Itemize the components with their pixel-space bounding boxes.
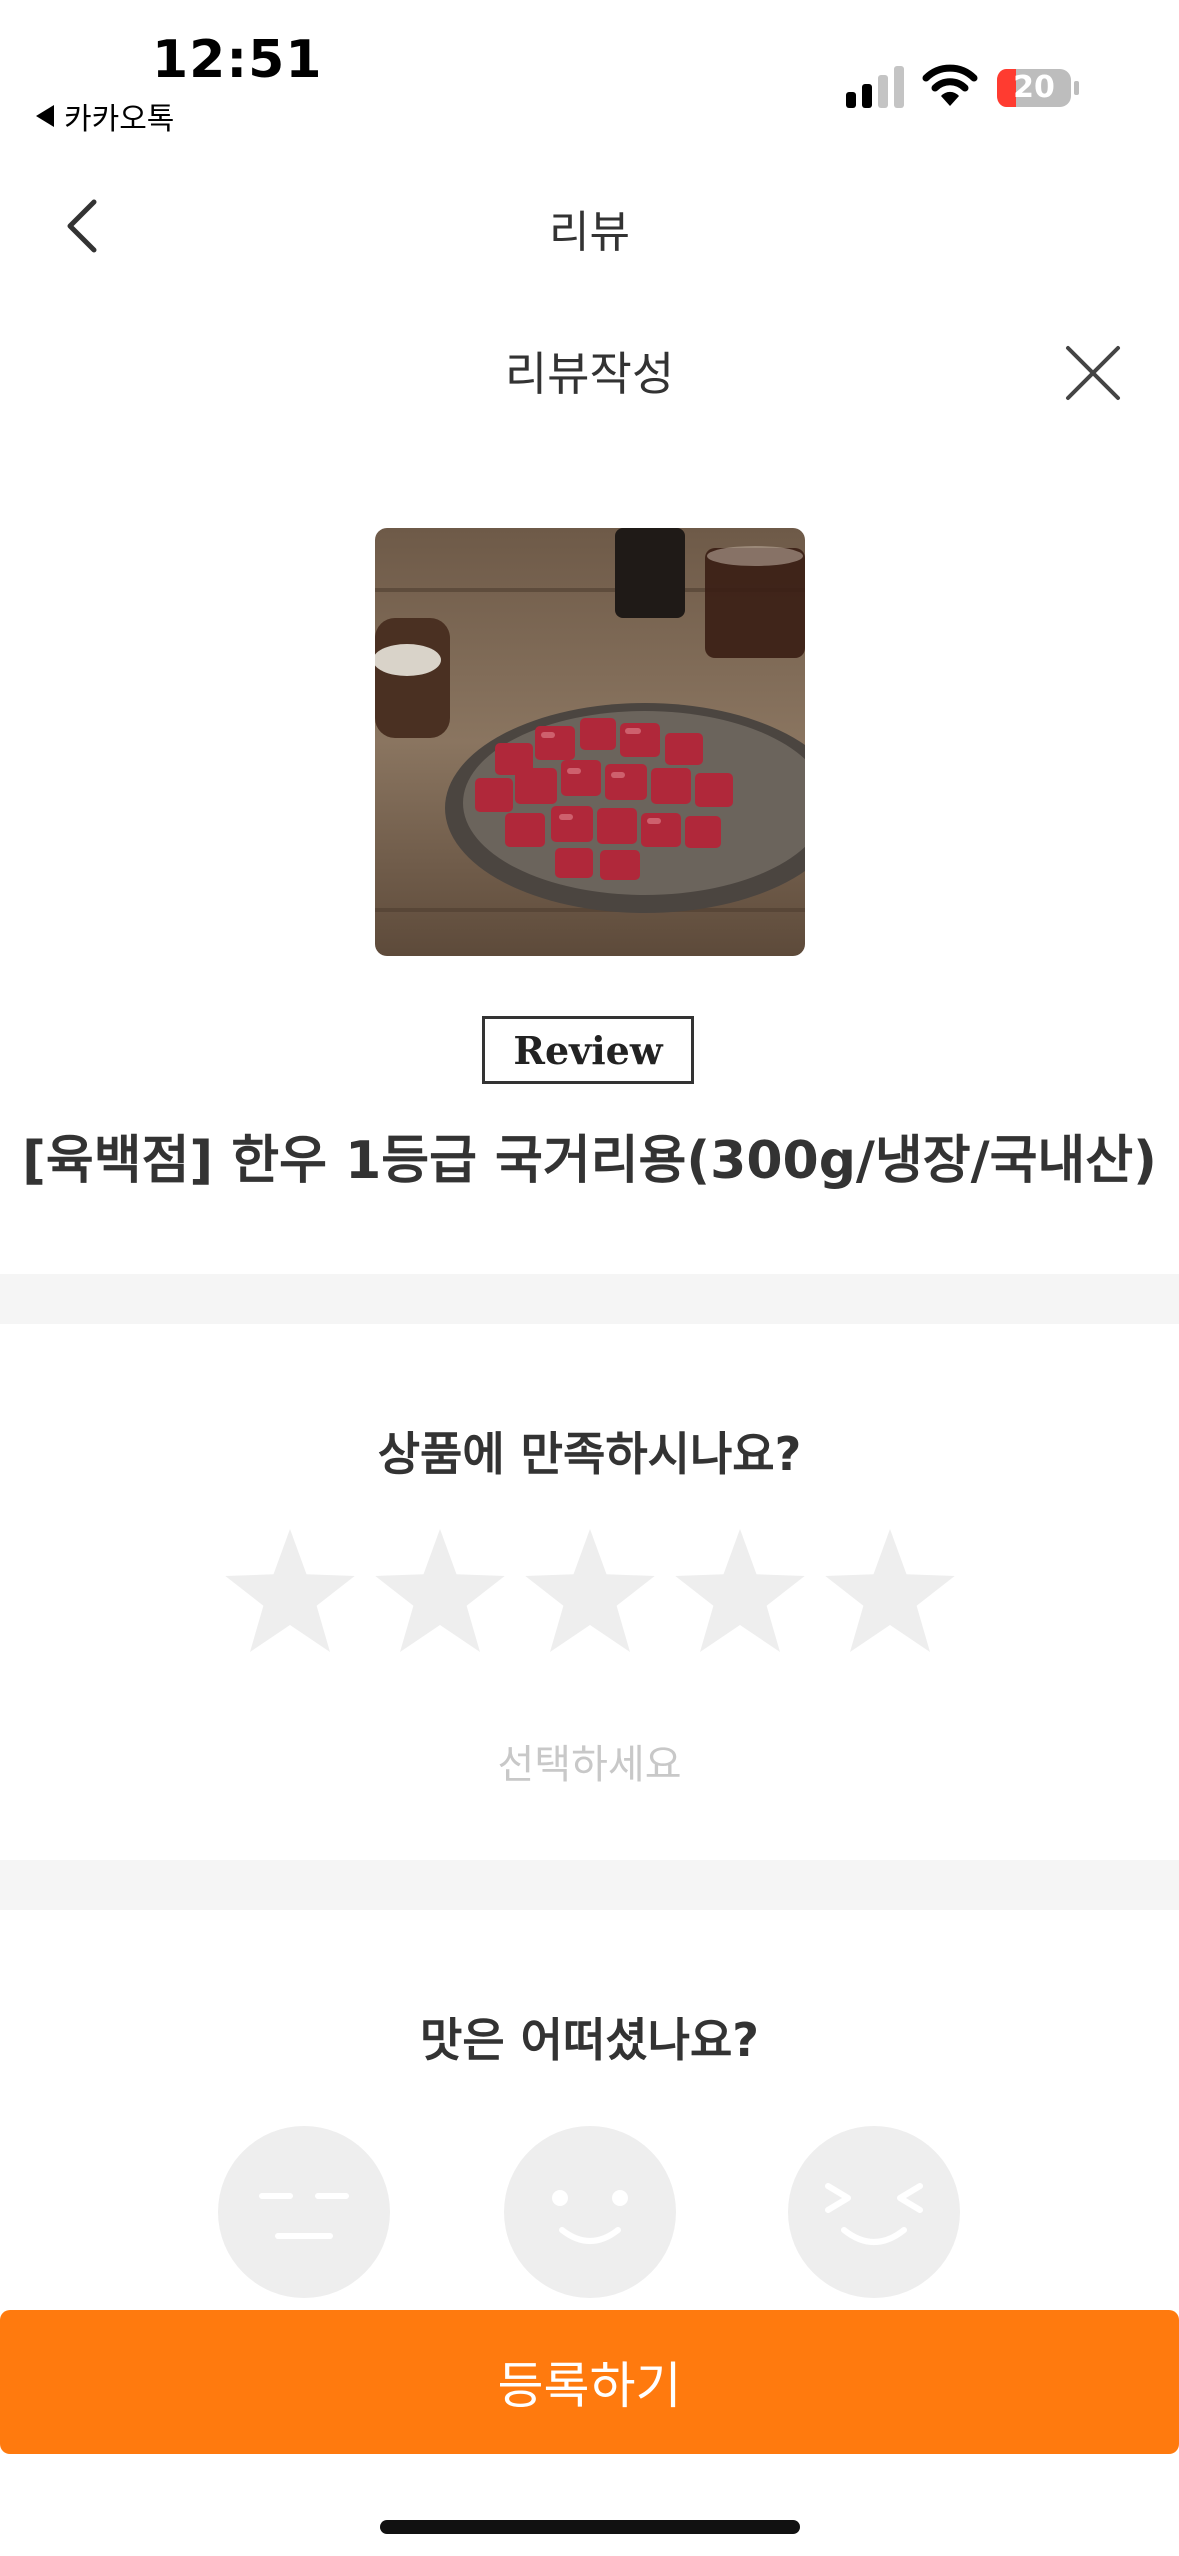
star-icon[interactable] (220, 1525, 360, 1665)
unimpressed-face-icon[interactable] (218, 2126, 390, 2298)
back-triangle-icon (36, 105, 54, 127)
star-icon[interactable] (670, 1525, 810, 1665)
section-divider (0, 1274, 1179, 1324)
close-icon[interactable] (1064, 344, 1122, 402)
taste-question: 맛은 어떠셨나요? (420, 2013, 759, 2067)
wifi-icon (922, 64, 978, 106)
star-icon[interactable] (520, 1525, 660, 1665)
status-time: 12:51 (152, 30, 323, 90)
smile-face-icon[interactable] (504, 2126, 676, 2298)
back-to-app-link[interactable]: 카카오톡 (36, 94, 174, 138)
rating-question: 상품에 만족하시나요? (377, 1427, 802, 1481)
star-icon[interactable] (370, 1525, 510, 1665)
star-icon[interactable] (820, 1525, 960, 1665)
review-badge: Review (482, 1016, 694, 1084)
home-indicator (380, 2520, 800, 2534)
product-name: [육백점] 한우 1등급 국거리용(300g/냉장/국내산) (22, 1131, 1157, 1191)
battery-level: 20 (1013, 70, 1055, 105)
battery-indicator: 20 (996, 68, 1080, 108)
submit-button[interactable]: 등록하기 (0, 2310, 1179, 2454)
cellular-signal-icon (846, 66, 904, 108)
section-divider (0, 1860, 1179, 1910)
back-app-label: 카카오톡 (64, 102, 175, 137)
modal-title: 리뷰작성 (504, 347, 675, 401)
grin-face-icon[interactable] (788, 2126, 960, 2298)
rating-hint: 선택하세요 (497, 1742, 682, 1788)
page-title: 리뷰 (549, 207, 630, 258)
beef-plate-illustration (375, 528, 805, 956)
product-image (375, 528, 805, 956)
